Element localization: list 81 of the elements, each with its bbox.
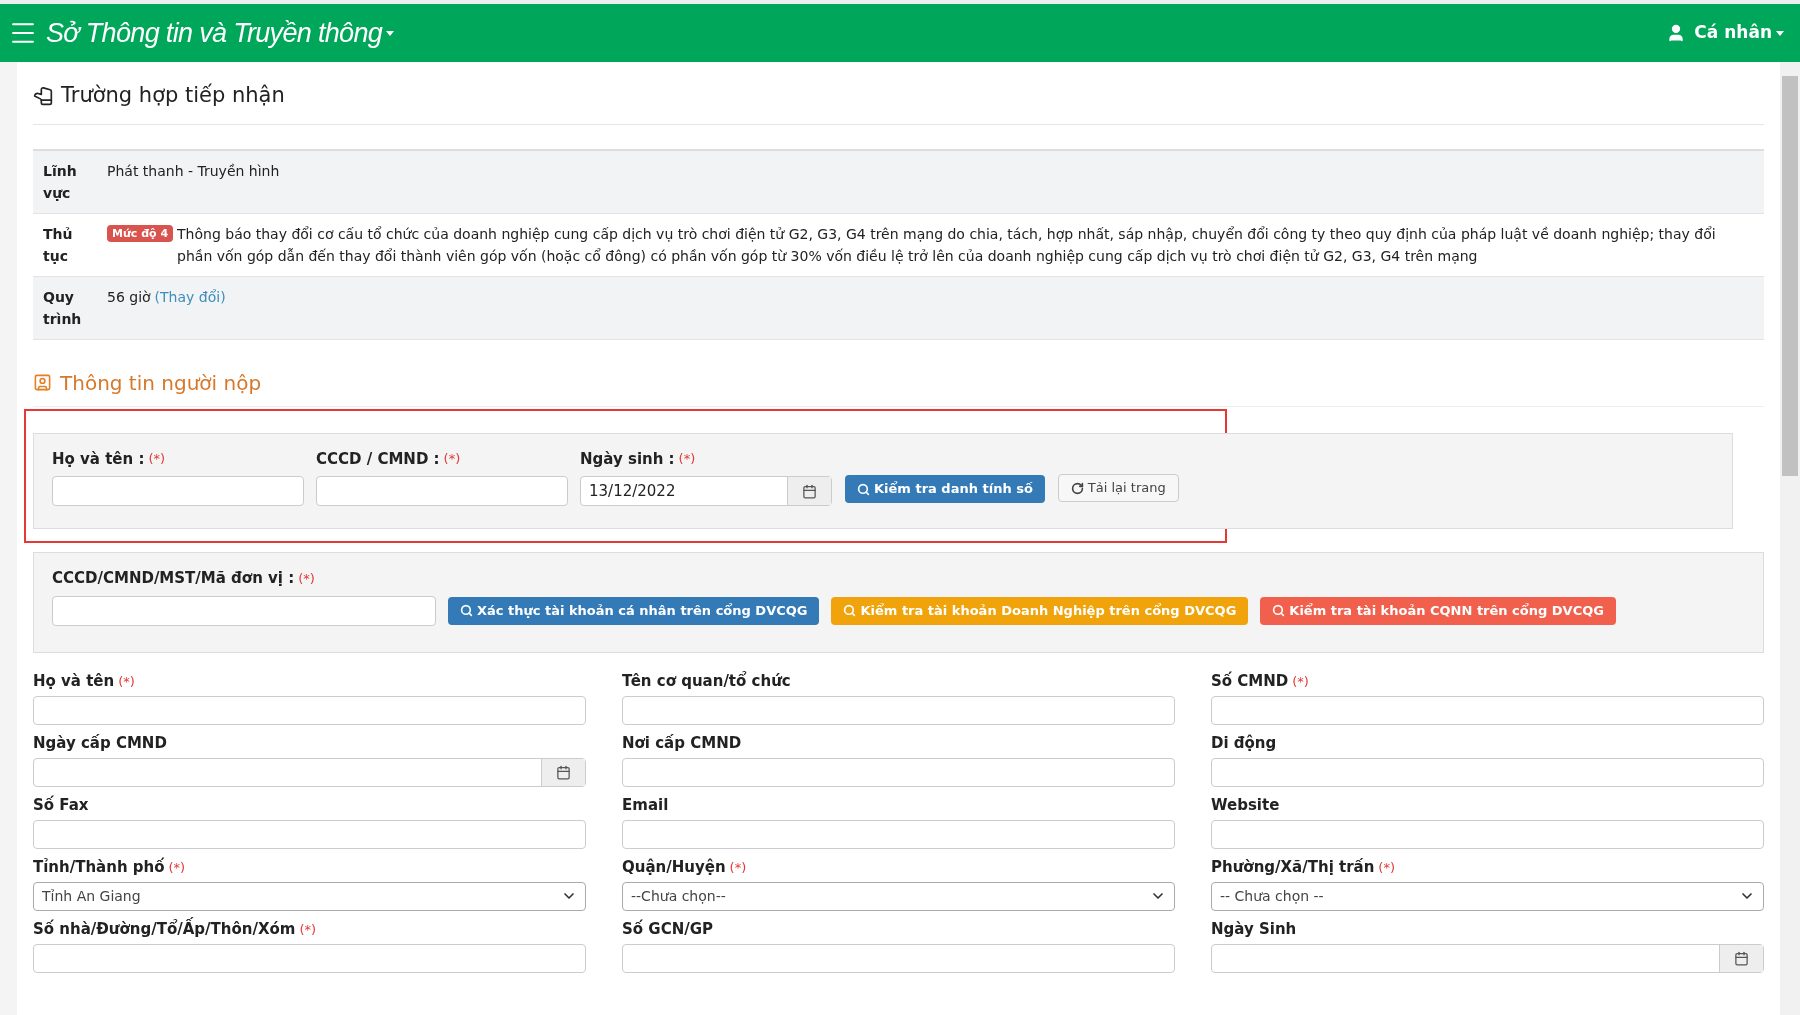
field-label: Số CMND <box>1211 671 1289 693</box>
row-value: Thông báo thay đổi cơ cấu tổ chức của doanh nghiệp cung cấp dịch vụ trò chơi điện tử G2, G3, G4 trên mạng do chia, tách, hợp nhất, sáp nhập, chuyển đổi công ty theo quy định của pháp luật về doanh nghiệp; thay đổi phần vốn góp dẫn đến thay đổi thành viên góp vốn (hoặc cổ đông) có phần vốn góp từ 30% vốn điều lệ trở lên của doanh nghiệp cung cấp dịch vụ trò chơi điện tử G2, G3, G4 trên mạng <box>177 224 1717 266</box>
field-label: Số Fax <box>33 795 89 817</box>
field-label: Tỉnh/Thành phố <box>33 857 165 879</box>
text-field[interactable] <box>33 943 586 973</box>
required-mark: (*) <box>298 569 315 588</box>
caret-icon <box>1776 30 1784 36</box>
date-value: 13/12/2022 <box>588 481 677 502</box>
required-mark: (*) <box>299 920 317 939</box>
row-label: Quy trình <box>42 287 83 329</box>
text-field[interactable] <box>1211 695 1764 725</box>
section-heading: Trường hợp tiếp nhận <box>61 82 285 109</box>
level-badge: Mức độ 4 <box>107 224 174 242</box>
text-field[interactable] <box>316 476 568 506</box>
select-field[interactable]: -- Chưa chọn -- <box>1211 881 1764 911</box>
required-mark: (*) <box>1292 672 1309 691</box>
field-label: CCCD/CMND/MST/Mã đơn vị : <box>52 568 295 589</box>
calendar-button[interactable] <box>1719 944 1763 972</box>
check-identity-button[interactable]: Kiểm tra danh tính số <box>845 475 1045 503</box>
required-mark: (*) <box>168 858 186 877</box>
required-mark: (*) <box>678 450 696 468</box>
text-field[interactable] <box>622 757 1175 787</box>
date-field[interactable] <box>33 757 586 787</box>
text-field[interactable] <box>52 476 304 506</box>
field-label: Ngày sinh : <box>580 448 675 470</box>
field-label: Website <box>1211 795 1280 817</box>
field-label: Tên cơ quan/tổ chức <box>622 670 791 693</box>
caret-icon <box>386 30 395 36</box>
select-field[interactable]: --Chưa chọn-- <box>622 881 1175 911</box>
field-label: Họ và tên : <box>52 448 145 470</box>
required-mark: (*) <box>443 450 461 468</box>
contact-card-icon <box>33 373 52 392</box>
row-label: Lĩnh vực <box>42 161 78 203</box>
user-menu[interactable]: Cá nhân <box>1694 20 1772 46</box>
text-field[interactable] <box>622 695 1175 725</box>
text-field[interactable] <box>622 819 1175 849</box>
field-label: Email <box>622 795 669 817</box>
text-field[interactable] <box>1211 757 1764 787</box>
search-icon <box>1272 604 1286 617</box>
site-title[interactable]: Sở Thông tin và Truyền thông <box>46 12 383 54</box>
scrollbar-thumb[interactable] <box>1782 76 1798 476</box>
calendar-button[interactable] <box>787 477 831 505</box>
text-field[interactable] <box>1211 819 1764 849</box>
account-check-button[interactable]: Xác thực tài khoản cá nhân trên cổng DVCQG <box>448 596 820 625</box>
reload-button[interactable]: Tải lại trang <box>1057 474 1179 502</box>
required-mark: (*) <box>148 450 166 468</box>
row-label: Thủ tục <box>42 224 74 266</box>
calendar-icon <box>1734 950 1749 966</box>
field-label: Số nhà/Đường/Tổ/Ấp/Thôn/Xóm <box>33 918 296 941</box>
text-field[interactable] <box>33 695 586 725</box>
change-link[interactable]: (Thay đổi) <box>154 285 226 308</box>
required-mark: (*) <box>118 672 135 691</box>
field-label: Số GCN/GP <box>622 919 713 941</box>
required-mark: (*) <box>1378 858 1395 877</box>
required-mark: (*) <box>729 858 747 877</box>
calendar-icon <box>556 764 571 780</box>
calendar-icon <box>802 483 817 499</box>
date-field[interactable]: 13/12/2022 <box>580 476 832 506</box>
search-icon <box>843 604 857 617</box>
reload-icon <box>1070 481 1084 495</box>
field-label: Di động <box>1211 733 1277 755</box>
text-field[interactable] <box>33 819 586 849</box>
date-field[interactable] <box>1211 943 1764 973</box>
field-label: Quận/Huyện <box>622 857 726 879</box>
select-field[interactable]: Tỉnh An Giang <box>33 881 586 911</box>
search-icon <box>460 604 473 617</box>
field-label: Họ và tên <box>33 671 115 693</box>
row-value: Phát thanh - Truyền hình <box>107 161 280 181</box>
field-label: Ngày cấp CMND <box>33 733 167 755</box>
field-label: Ngày Sinh <box>1211 919 1297 941</box>
row-value: 56 giờ <box>107 287 151 307</box>
text-field[interactable] <box>52 595 436 626</box>
field-label: Nơi cấp CMND <box>622 733 742 755</box>
search-icon <box>857 482 870 496</box>
calendar-button[interactable] <box>541 758 585 786</box>
field-label: Phường/Xã/Thị trấn <box>1211 857 1375 879</box>
account-check-button[interactable]: Kiểm tra tài khoản CQNN trên cổng DVCQG <box>1260 596 1616 625</box>
section-heading: Thông tin người nộp <box>60 369 262 397</box>
text-field[interactable] <box>622 943 1175 973</box>
field-label: CCCD / CMND : <box>316 448 440 470</box>
thumbs-up-icon <box>33 85 53 106</box>
